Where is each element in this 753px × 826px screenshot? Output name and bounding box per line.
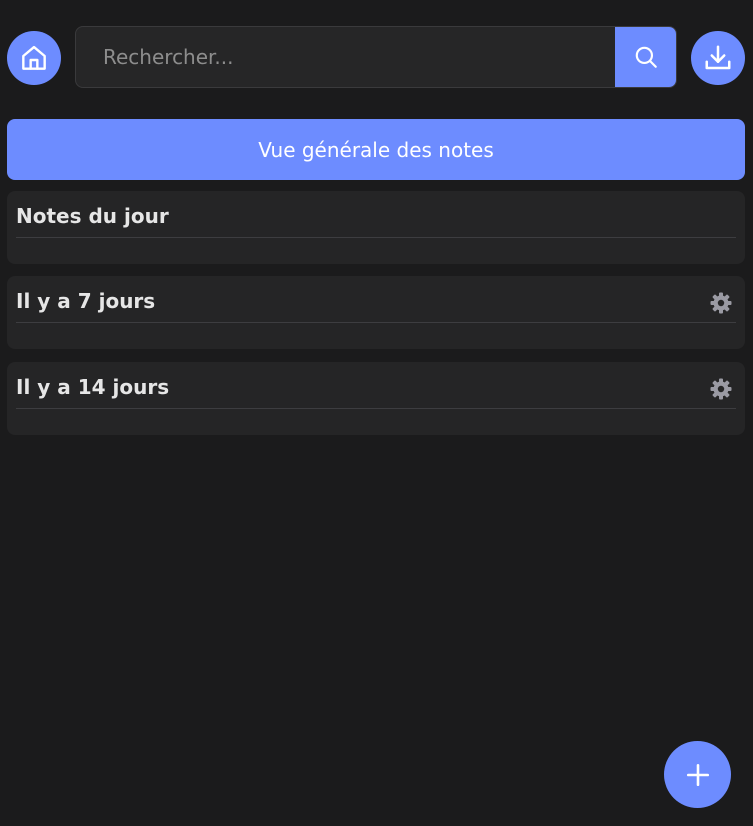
add-note-button[interactable] bbox=[664, 741, 731, 808]
app-root: Vue générale des notes Notes du jour Il … bbox=[0, 0, 753, 826]
overview-button[interactable]: Vue générale des notes bbox=[7, 119, 745, 180]
section-title: Il y a 14 jours bbox=[16, 375, 170, 399]
home-button[interactable] bbox=[7, 31, 61, 85]
gear-icon[interactable] bbox=[709, 377, 733, 401]
search-icon bbox=[635, 46, 657, 68]
search-input[interactable] bbox=[76, 27, 616, 87]
download-button[interactable] bbox=[691, 31, 745, 85]
search-bar bbox=[75, 26, 677, 88]
section-card-14-days: Il y a 14 jours bbox=[7, 362, 745, 435]
search-button[interactable] bbox=[615, 27, 676, 87]
gear-icon[interactable] bbox=[709, 291, 733, 315]
plus-icon bbox=[686, 763, 709, 786]
home-icon bbox=[22, 45, 46, 70]
section-header: Notes du jour bbox=[16, 191, 736, 238]
section-title: Notes du jour bbox=[16, 204, 169, 228]
section-card-7-days: Il y a 7 jours bbox=[7, 276, 745, 349]
section-header: Il y a 14 jours bbox=[16, 362, 736, 409]
section-card-today: Notes du jour bbox=[7, 191, 745, 264]
download-icon bbox=[705, 45, 731, 70]
section-header: Il y a 7 jours bbox=[16, 276, 736, 323]
section-title: Il y a 7 jours bbox=[16, 289, 156, 313]
